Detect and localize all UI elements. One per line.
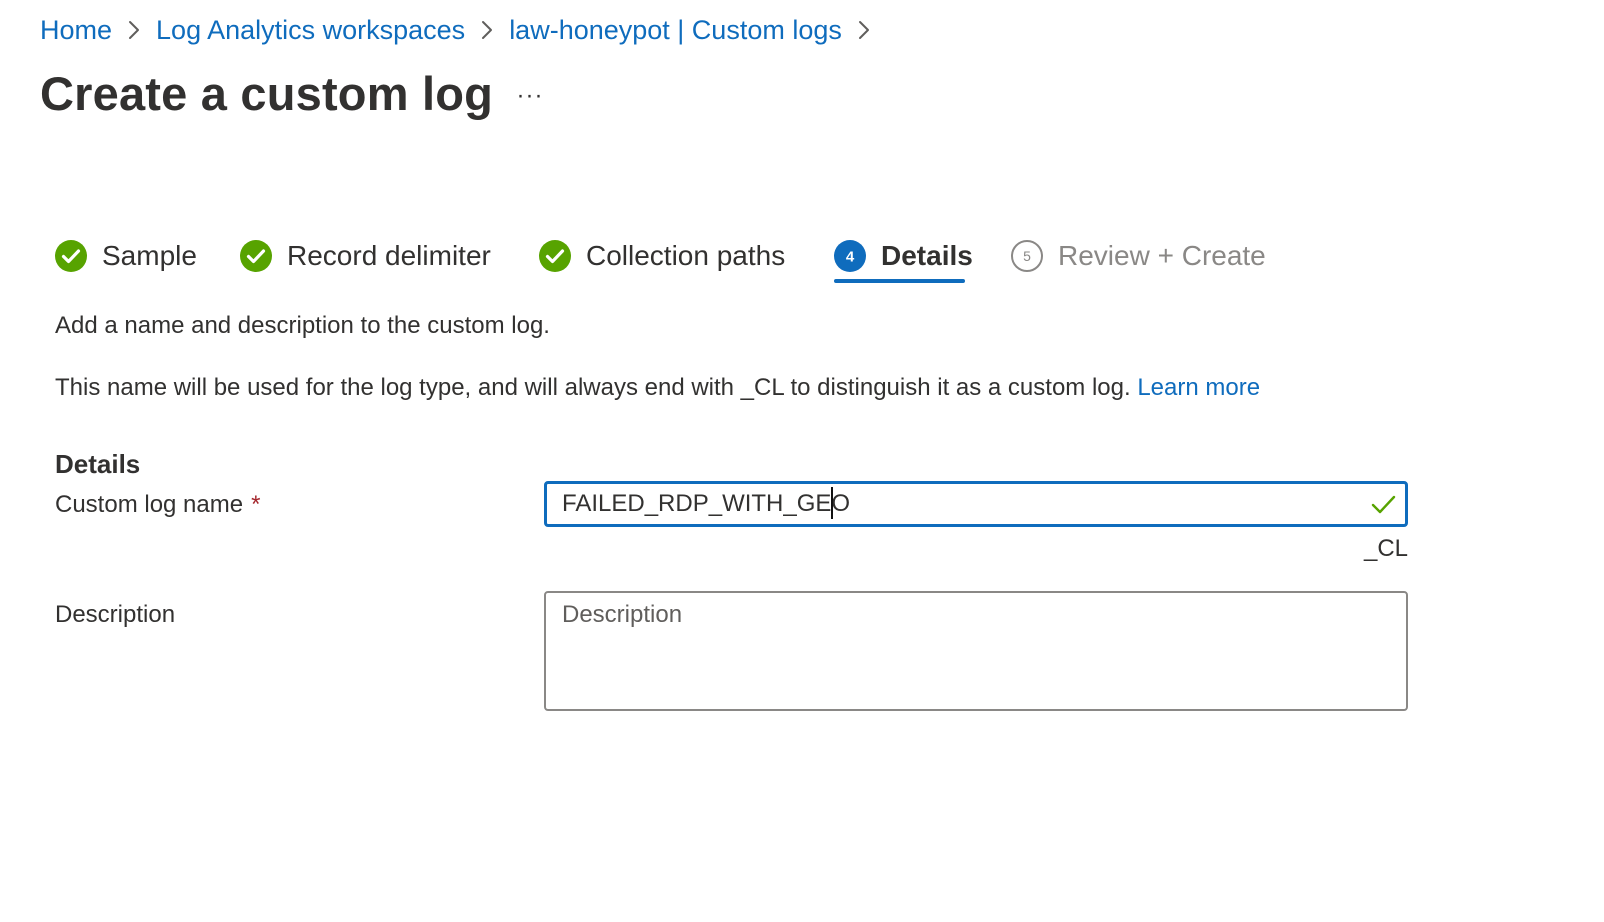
info-paragraph: This name will be used for the log type,…: [55, 370, 1260, 406]
step-number: 5: [1023, 248, 1031, 264]
checkmark-icon: [1369, 490, 1397, 518]
step-label: Collection paths: [586, 240, 786, 271]
step-sample[interactable]: Sample: [54, 226, 197, 286]
check-circle-icon: [538, 239, 572, 273]
field-label-text: Custom log name: [55, 491, 244, 518]
breadcrumb: Home Log Analytics workspaces law-honeyp…: [40, 10, 886, 50]
chevron-right-icon: [112, 10, 156, 50]
breadcrumb-log-analytics-link[interactable]: Log Analytics workspaces: [156, 15, 465, 46]
info-text: This name will be used for the log type,…: [55, 374, 1131, 401]
step-label: Review + Create: [1058, 240, 1266, 271]
breadcrumb-home-link[interactable]: Home: [40, 15, 112, 46]
step-label: Details: [881, 240, 973, 271]
active-step-indicator: [834, 279, 965, 283]
description-input[interactable]: [544, 591, 1408, 711]
numbered-circle-filled-icon: 4: [833, 239, 867, 273]
numbered-circle-outline-icon: 5: [1010, 239, 1044, 273]
custom-log-name-field: [544, 481, 1408, 527]
check-circle-icon: [239, 239, 273, 273]
section-heading-details: Details: [55, 449, 141, 479]
custom-log-name-input[interactable]: [547, 484, 1337, 524]
step-label: Sample: [102, 240, 197, 271]
step-details[interactable]: 4 Details: [833, 226, 973, 286]
description-label: Description: [55, 601, 176, 628]
step-record-delimiter[interactable]: Record delimiter: [239, 226, 491, 286]
chevron-right-icon: [842, 10, 886, 50]
log-name-suffix: _CL: [1363, 535, 1408, 562]
more-actions-button[interactable]: ···: [512, 78, 548, 114]
required-indicator: *: [251, 491, 261, 518]
breadcrumb-workspace-custom-logs-link[interactable]: law-honeypot | Custom logs: [509, 15, 842, 46]
text-cursor: [831, 487, 833, 519]
step-review-create[interactable]: 5 Review + Create: [1010, 226, 1266, 286]
custom-log-name-label: Custom log name *: [55, 487, 260, 523]
step-number: 4: [846, 249, 855, 266]
learn-more-link[interactable]: Learn more: [1137, 374, 1260, 401]
check-circle-icon: [54, 239, 88, 273]
step-label: Record delimiter: [287, 240, 491, 271]
page-title: Create a custom log: [40, 67, 494, 120]
chevron-right-icon: [465, 10, 509, 50]
intro-text: Add a name and description to the custom…: [55, 312, 550, 339]
step-collection-paths[interactable]: Collection paths: [538, 226, 785, 286]
